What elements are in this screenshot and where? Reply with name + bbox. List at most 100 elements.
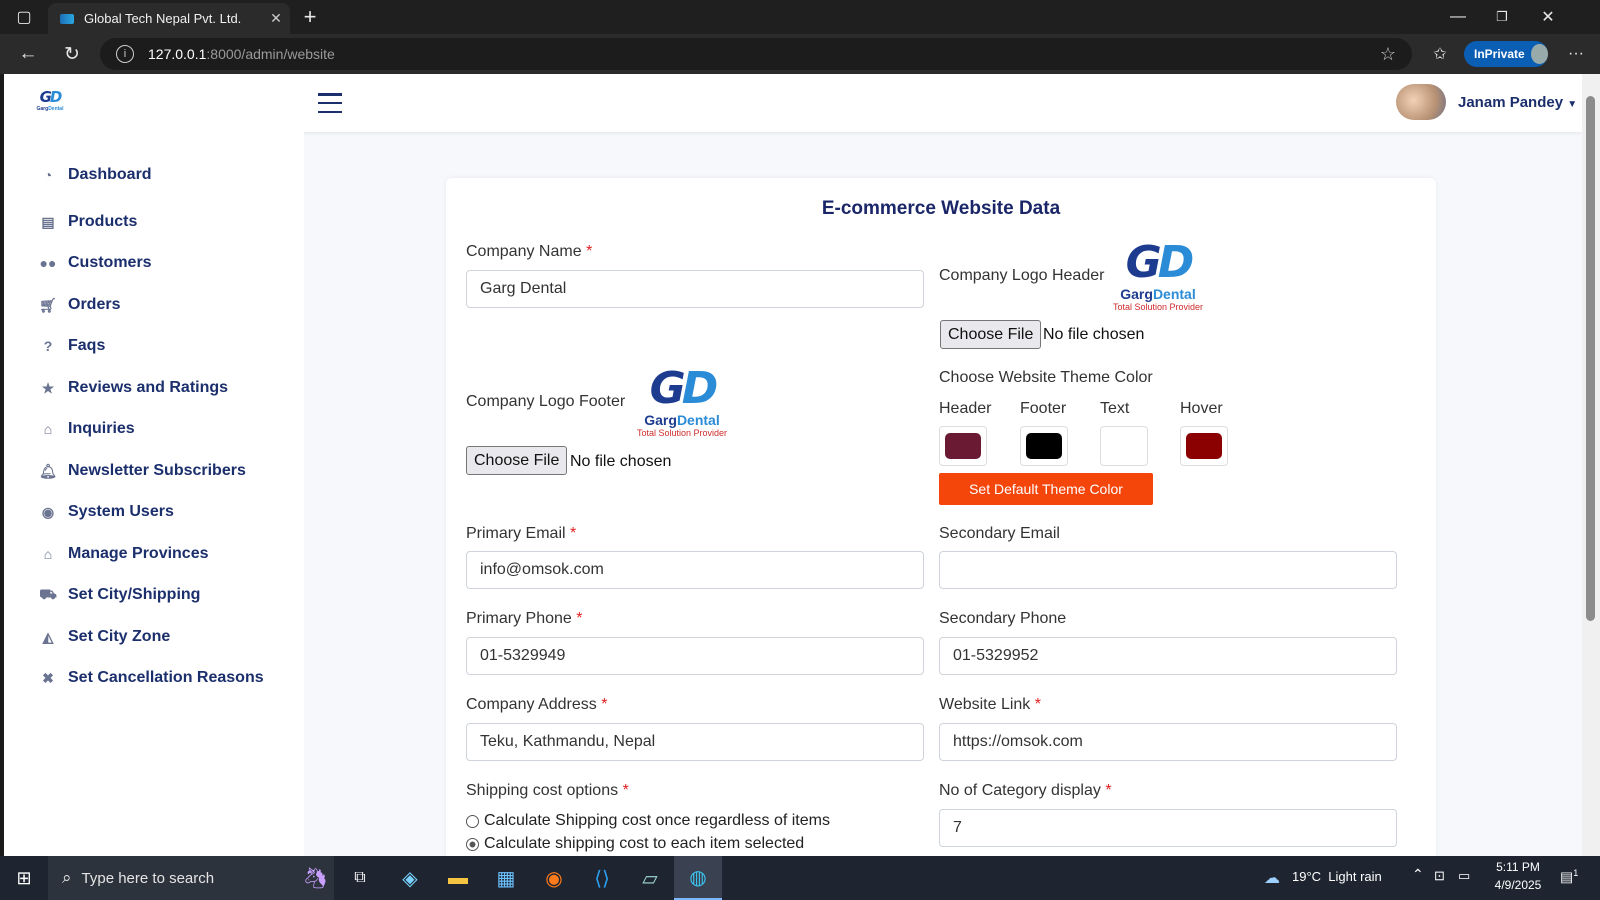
copilot-icon[interactable]: ◈	[386, 856, 434, 900]
sidebar-item-newsletter[interactable]: 🔔︎ Newsletter Subscribers	[38, 462, 246, 480]
address-bar[interactable]: i 127.0.0.1:8000/admin/website ☆	[100, 38, 1412, 70]
profile-avatar-icon	[1530, 44, 1548, 64]
clock-time: 5:11 PM	[1496, 860, 1540, 874]
logo-header-file-button[interactable]: Choose File	[940, 320, 1042, 349]
primary-phone-label: Primary Phone *	[466, 610, 583, 627]
users-icon: ●●	[39, 255, 57, 271]
minimize-icon[interactable]: —	[1444, 4, 1472, 30]
hamburger-menu-icon[interactable]	[318, 93, 342, 113]
browser-toolbar: ← ↻ i 127.0.0.1:8000/admin/website ☆ ✩ I…	[0, 34, 1600, 74]
company-name-input[interactable]: Garg Dental	[466, 270, 924, 308]
secondary-email-input[interactable]	[939, 551, 1397, 589]
sidebar: ◔ Dashboard ▤ Products ●● Customers 🛒︎ Order…	[4, 132, 304, 856]
inprivate-badge[interactable]: InPrivate	[1464, 41, 1548, 67]
shipping-option-once[interactable]: Calculate Shipping cost once regardless …	[466, 812, 830, 830]
theme-header-color-picker[interactable]	[939, 426, 987, 466]
sidebar-item-orders[interactable]: 🛒︎ Orders	[38, 296, 120, 314]
url-host: 127.0.0.1	[148, 46, 207, 62]
tab-title: Global Tech Nepal Pvt. Ltd.	[84, 11, 242, 26]
sidebar-item-dashboard[interactable]: ◔ Dashboard	[38, 166, 152, 184]
theme-color-label: Choose Website Theme Color	[939, 369, 1153, 386]
radio-once[interactable]	[466, 814, 479, 828]
browser-tab[interactable]: Global Tech Nepal Pvt. Ltd. ✕	[48, 3, 290, 34]
sidebar-item-cancellation[interactable]: ✖ Set Cancellation Reasons	[38, 669, 264, 687]
vscode-icon[interactable]: ⟨⟩	[578, 856, 626, 900]
sidebar-item-system-users[interactable]: ◉ System Users	[38, 503, 174, 521]
sidebar-item-products[interactable]: ▤ Products	[38, 213, 137, 231]
shipping-option-each[interactable]: Calculate shipping cost to each item sel…	[466, 835, 804, 853]
category-input[interactable]: 7	[939, 809, 1397, 847]
search-icon: ⌕	[62, 868, 72, 887]
task-view-icon[interactable]: ⧉	[336, 856, 384, 900]
theme-footer-color-picker[interactable]	[1020, 426, 1068, 466]
theme-footer-swatch	[1026, 433, 1062, 459]
back-icon[interactable]: ←	[14, 41, 42, 67]
close-window-icon[interactable]: ✕	[1534, 4, 1562, 30]
admin-logo[interactable]: GD GargDental	[32, 88, 68, 112]
question-icon: ?	[43, 338, 53, 354]
primary-phone-input[interactable]: 01-5329949	[466, 637, 924, 675]
site-info-icon[interactable]: i	[116, 45, 134, 63]
notifications-icon[interactable]: ▤1	[1560, 868, 1578, 886]
category-label: No of Category display *	[939, 782, 1112, 799]
theme-hover-color-picker[interactable]	[1180, 426, 1228, 466]
new-tab-icon[interactable]: +	[296, 4, 324, 30]
restore-icon[interactable]: ❐	[1488, 4, 1516, 30]
primary-email-input[interactable]: info@omsok.com	[466, 551, 924, 589]
close-icon: ✖	[42, 669, 54, 686]
clock[interactable]: 5:11 PM 4/9/2025	[1488, 860, 1548, 892]
browser-tabstrip: ▢ Global Tech Nepal Pvt. Ltd. ✕ + — ❐ ✕	[0, 0, 1600, 34]
notepad-icon[interactable]: ▱	[626, 856, 674, 900]
sidebar-item-city-shipping[interactable]: ⛟ Set City/Shipping	[38, 586, 200, 604]
inbox-icon: ⌂	[43, 421, 53, 437]
clock-date: 4/9/2025	[1494, 878, 1542, 892]
set-default-theme-button[interactable]: Set Default Theme Color	[939, 473, 1153, 505]
theme-hover-swatch	[1186, 433, 1222, 459]
search-placeholder: Type here to search	[81, 869, 215, 887]
tray-display-icon[interactable]: ▭	[1458, 868, 1470, 884]
theme-text-swatch	[1106, 433, 1142, 459]
logo-footer-preview: GD GargDental Total Solution Provider	[636, 363, 728, 439]
primary-email-label: Primary Email *	[466, 525, 577, 542]
user-avatar[interactable]	[1396, 84, 1446, 120]
cart-icon: 🛒︎	[39, 296, 57, 313]
user-menu-dropdown[interactable]: Janam Pandey ▼	[1458, 94, 1577, 111]
website-label: Website Link *	[939, 696, 1041, 713]
favorites-icon[interactable]: ✩	[1426, 41, 1454, 67]
area-chart-icon: ◭	[42, 628, 54, 645]
close-tab-icon[interactable]: ✕	[262, 10, 290, 27]
sidebar-item-customers[interactable]: ●● Customers	[38, 254, 152, 272]
logo-header-file-status: No file chosen	[1043, 326, 1145, 343]
radio-each[interactable]	[466, 837, 479, 851]
windows-start-icon[interactable]: ⊞	[0, 856, 48, 900]
logo-footer-file-button[interactable]: Choose File	[466, 446, 568, 475]
store-icon[interactable]: ▦	[482, 856, 530, 900]
inprivate-label: InPrivate	[1474, 47, 1525, 61]
sidebar-item-provinces[interactable]: ⌂ Manage Provinces	[38, 545, 209, 563]
refresh-icon[interactable]: ↻	[58, 41, 86, 67]
theme-text-color-picker[interactable]	[1100, 426, 1148, 466]
tray-chevron-icon[interactable]: ⌃	[1412, 866, 1424, 883]
truck-icon: ⛟	[39, 585, 57, 602]
favorite-star-icon[interactable]: ☆	[1380, 44, 1396, 65]
sidebar-item-city-zone[interactable]: ◭ Set City Zone	[38, 628, 171, 646]
tray-network-icon[interactable]: ⊡	[1434, 868, 1445, 884]
weather-text[interactable]: 19°C Light rain	[1292, 869, 1382, 884]
secondary-phone-input[interactable]: 01-5329952	[939, 637, 1397, 675]
edge-icon[interactable]: ◍	[674, 856, 722, 900]
page-title: E-commerce Website Data	[821, 198, 1061, 219]
file-explorer-icon[interactable]: ▬	[434, 856, 482, 900]
scrollbar-thumb[interactable]	[1586, 96, 1595, 621]
more-menu-icon[interactable]: ···	[1562, 41, 1590, 67]
firefox-icon[interactable]: ◉	[530, 856, 578, 900]
sidebar-item-inquiries[interactable]: ⌂ Inquiries	[38, 420, 135, 438]
taskbar: ⊞ ⌕ Type here to search 🦄︎ ⧉ ◈ ▬ ▦ ◉ ⟨⟩ …	[0, 856, 1600, 900]
taskbar-search[interactable]: ⌕ Type here to search 🦄︎	[48, 856, 334, 900]
sidebar-item-reviews[interactable]: ★ Reviews and Ratings	[38, 379, 228, 397]
website-input[interactable]: https://omsok.com	[939, 723, 1397, 761]
sidebar-item-faqs[interactable]: ? Faqs	[38, 337, 106, 355]
address-input[interactable]: Teku, Kathmandu, Nepal	[466, 723, 924, 761]
website-data-card: E-commerce Website Data Company Name * G…	[446, 178, 1436, 856]
tab-actions-icon[interactable]: ▢	[10, 6, 38, 28]
admin-topnav: GD GargDental Janam Pandey ▼	[4, 74, 1582, 132]
